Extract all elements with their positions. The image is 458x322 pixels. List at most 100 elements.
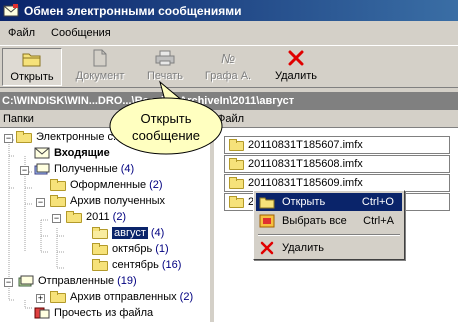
envelope-icon	[34, 147, 50, 159]
folder-icon	[50, 178, 66, 191]
open-button[interactable]: Открыть	[2, 48, 62, 86]
tree-item-label: Архив полученных	[70, 195, 166, 207]
title-bar[interactable]: Обмен электронными сообщениями	[0, 0, 458, 21]
folder-icon	[229, 158, 244, 170]
delete-button-label: Удалить	[275, 70, 317, 82]
application-window: Обмен электронными сообщениями Файл Сооб…	[0, 0, 458, 322]
tree-expander[interactable]: −	[20, 166, 29, 175]
tree-item-label: Полученные	[54, 163, 118, 175]
folder-icon	[92, 258, 108, 271]
received-stack-icon	[34, 163, 50, 175]
tree-expander[interactable]: +	[36, 294, 45, 303]
tree-item-count: (2)	[179, 291, 194, 303]
tree-expander[interactable]: −	[52, 214, 61, 223]
tree-item-label: сентябрь	[112, 259, 159, 271]
tree-expander[interactable]: −	[36, 198, 45, 207]
current-path-text: C:\WINDISK\WIN...DRO...\Receive\ArchiveI…	[2, 95, 295, 107]
context-item-shortcut: Ctrl+A	[363, 215, 394, 227]
number-sign-icon: №	[220, 50, 236, 66]
print-button-label: Печать	[146, 70, 184, 82]
file-row[interactable]: 20110831T185608.imfx	[224, 155, 450, 173]
folder-icon	[229, 196, 244, 208]
folder-icon	[66, 210, 82, 223]
tree-item-count: (4)	[120, 163, 135, 175]
tree-item-count: (16)	[161, 259, 182, 271]
tree-item-label: октябрь	[112, 243, 153, 255]
tree-item-label: Архив отправленных	[70, 291, 177, 303]
context-item-label: Выбрать все	[282, 215, 347, 227]
open-folder-icon	[92, 226, 108, 239]
tree-item-label: Оформленные	[70, 179, 147, 191]
red-x-delete-icon	[285, 48, 307, 68]
tree-item-september[interactable]: сентябрь (16)	[92, 257, 181, 273]
tree-expander[interactable]: −	[4, 134, 13, 143]
file-name: 20110831T185607.imfx	[248, 139, 363, 151]
folder-icon	[92, 242, 108, 255]
tree-item-count: (1)	[155, 243, 169, 255]
context-item-label: Удалить	[282, 242, 324, 254]
tree-expander[interactable]: −	[4, 278, 13, 287]
file-column-header[interactable]: Файл	[214, 111, 458, 128]
document-icon	[89, 48, 111, 68]
envelope-app-icon	[3, 3, 19, 18]
document-button-label: Документ	[75, 70, 125, 82]
menu-bar: Файл Сообщения	[0, 23, 458, 43]
tree-item-received[interactable]: Полученные (4)	[34, 161, 134, 177]
menu-messages[interactable]: Сообщения	[43, 27, 119, 39]
current-path-bar: C:\WINDISK\WIN...DRO...\Receive\ArchiveI…	[0, 92, 458, 110]
open-folder-icon	[21, 49, 43, 69]
read-file-icon	[34, 307, 50, 319]
grafa-a-button-label: Графа А.	[204, 70, 252, 82]
folder-icon	[50, 194, 66, 207]
tree-item-august[interactable]: август (4)	[92, 225, 164, 241]
open-folder-icon	[258, 194, 276, 210]
folder-icon	[16, 130, 32, 143]
context-menu: Открыть Ctrl+O Выбрать все Ctrl+A Удалит…	[253, 190, 405, 260]
context-delete-item[interactable]: Удалить	[256, 239, 402, 257]
tree-item-count: (4)	[150, 227, 165, 239]
open-button-label: Открыть	[10, 71, 54, 83]
folder-icon	[229, 139, 244, 151]
window-title: Обмен электронными сообщениями	[24, 3, 242, 18]
callout-line-1: Открыть	[140, 111, 192, 126]
tree-item-sent-archive[interactable]: Архив отправленных (2)	[50, 289, 193, 305]
tree-item-inbox[interactable]: Входящие	[34, 145, 110, 161]
context-menu-separator	[258, 234, 400, 236]
file-row[interactable]: 20110831T185607.imfx	[224, 136, 450, 154]
context-select-all-item[interactable]: Выбрать все Ctrl+A	[256, 212, 402, 230]
tree-item-received-archive[interactable]: Архив полученных	[50, 193, 165, 209]
print-button[interactable]: Печать	[140, 48, 190, 86]
tree-item-electronic[interactable]: Электронные с...	[16, 129, 122, 145]
file-name: 20110831T185609.imfx	[248, 177, 363, 189]
select-all-icon	[258, 213, 276, 229]
tree-item-count: (2)	[112, 211, 127, 223]
tree-item-formatted[interactable]: Оформленные (2)	[50, 177, 163, 193]
sent-stack-icon	[18, 275, 34, 287]
toolbar: Открыть Документ Печать № Графа А. Удали…	[0, 45, 458, 88]
grafa-a-button[interactable]: № Графа А.	[200, 48, 256, 86]
tree-item-sent[interactable]: Отправленные (19)	[18, 273, 137, 289]
tree-item-2011[interactable]: 2011 (2)	[66, 209, 126, 225]
callout-text: Открыть сообщение	[114, 110, 218, 144]
context-item-shortcut: Ctrl+O	[361, 196, 394, 208]
file-name: 20110831T185608.imfx	[248, 158, 363, 170]
printer-icon	[154, 48, 176, 68]
folder-icon	[229, 177, 244, 189]
document-button[interactable]: Документ	[72, 48, 128, 86]
tree-item-label: Отправленные	[38, 275, 115, 287]
red-x-delete-icon	[258, 240, 276, 256]
tree-item-label: август	[112, 227, 148, 239]
context-open-item[interactable]: Открыть Ctrl+O	[256, 193, 402, 211]
tree-item-count: (19)	[117, 275, 137, 287]
callout-line-2: сообщение	[131, 128, 200, 143]
context-item-label: Открыть	[282, 196, 326, 208]
tree-item-label: Входящие	[54, 147, 110, 159]
tree-item-label: Прочесть из файла	[54, 307, 154, 319]
menu-file[interactable]: Файл	[0, 27, 43, 39]
tree-item-label: Электронные с...	[36, 131, 123, 143]
delete-button[interactable]: Удалить	[268, 48, 324, 86]
folder-icon	[50, 290, 66, 303]
tree-item-october[interactable]: октябрь (1)	[92, 241, 169, 257]
tree-item-label: 2011	[86, 211, 110, 223]
tree-item-read-from-file[interactable]: Прочесть из файла	[34, 305, 153, 321]
